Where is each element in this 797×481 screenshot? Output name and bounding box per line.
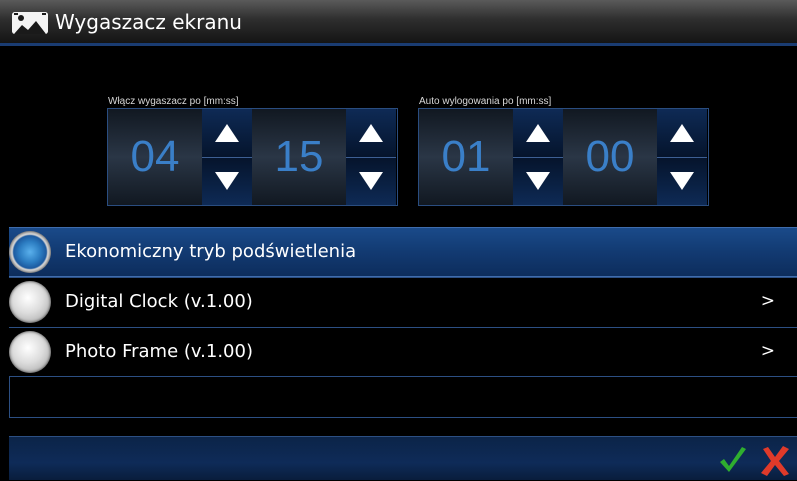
chevron-right-icon[interactable]: > <box>761 291 775 311</box>
screensaver-minutes-stepper <box>202 109 252 205</box>
arrow-down-icon <box>359 172 383 191</box>
logout-seconds-down-button[interactable] <box>657 157 707 205</box>
arrow-down-icon <box>670 172 694 191</box>
chevron-right-icon[interactable]: > <box>761 341 775 361</box>
logout-minutes-down-button[interactable] <box>513 157 563 205</box>
logout-seconds-stepper <box>657 109 707 205</box>
screensaver-minutes-up-button[interactable] <box>202 109 252 158</box>
option-label: Ekonomiczny tryb podświetlenia <box>65 241 357 262</box>
screensaver-seconds-up-button[interactable] <box>346 109 396 158</box>
option-label: Digital Clock (v.1.00) <box>65 291 253 312</box>
radio-selected-icon[interactable] <box>9 231 51 273</box>
option-economic-backlight[interactable]: Ekonomiczny tryb podświetlenia <box>9 227 797 277</box>
screensaver-image-icon <box>12 12 48 34</box>
close-x-icon <box>761 446 789 476</box>
radio-unselected-icon[interactable] <box>9 331 51 373</box>
option-photo-frame[interactable]: Photo Frame (v.1.00) > <box>9 327 797 377</box>
screensaver-timer-picker: 04 15 <box>107 108 398 206</box>
arrow-down-icon <box>215 172 239 191</box>
option-label: Photo Frame (v.1.00) <box>65 341 253 362</box>
bottom-bar <box>9 436 797 480</box>
screensaver-seconds-stepper <box>346 109 396 205</box>
title-bar: Wygaszacz ekranu <box>0 0 797 46</box>
confirm-button[interactable] <box>717 445 749 477</box>
screensaver-minutes-value: 04 <box>108 109 202 205</box>
logout-seconds-value: 00 <box>563 109 657 205</box>
screensaver-seconds-value: 15 <box>252 109 346 205</box>
arrow-up-icon <box>215 123 239 142</box>
window-title: Wygaszacz ekranu <box>55 10 242 34</box>
logout-seconds-up-button[interactable] <box>657 109 707 158</box>
logout-minutes-stepper <box>513 109 563 205</box>
arrow-up-icon <box>670 123 694 142</box>
logout-timer-label: Auto wylogowania po [mm:ss] <box>419 96 552 107</box>
arrow-up-icon <box>359 123 383 142</box>
screensaver-minutes-down-button[interactable] <box>202 157 252 205</box>
logout-minutes-up-button[interactable] <box>513 109 563 158</box>
arrow-up-icon <box>526 123 550 142</box>
radio-unselected-icon[interactable] <box>9 281 51 323</box>
screensaver-seconds-down-button[interactable] <box>346 157 396 205</box>
screensaver-timer-label: Włącz wygaszacz po [mm:ss] <box>108 96 239 107</box>
checkmark-icon <box>720 447 746 472</box>
logout-timer-picker: 01 00 <box>418 108 709 206</box>
logout-minutes-value: 01 <box>419 109 513 205</box>
cancel-button[interactable] <box>759 445 791 477</box>
empty-list-row <box>9 376 797 418</box>
option-digital-clock[interactable]: Digital Clock (v.1.00) > <box>9 277 797 327</box>
arrow-down-icon <box>526 172 550 191</box>
